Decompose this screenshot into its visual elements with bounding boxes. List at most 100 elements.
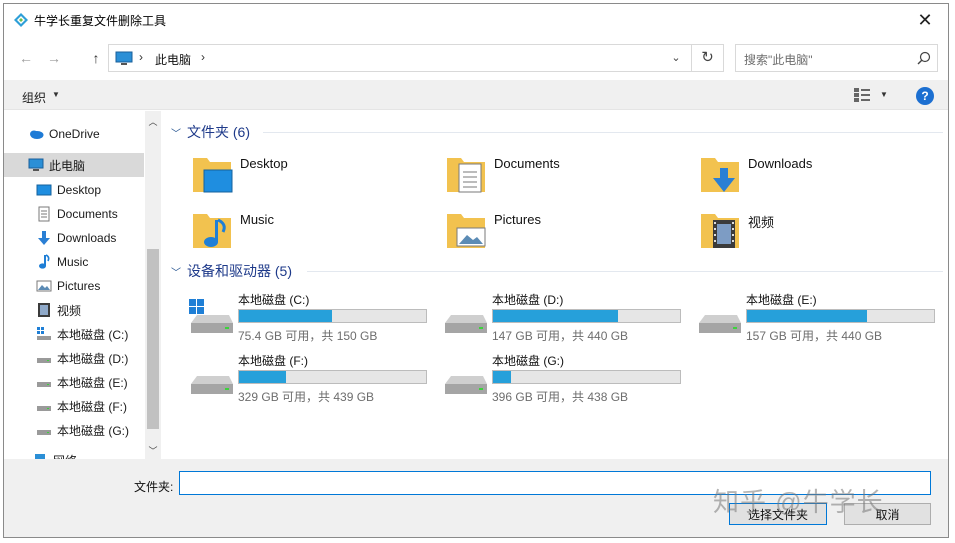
- drive-usage-bar: [238, 309, 427, 323]
- sidebar-item-label: 视频: [57, 303, 82, 318]
- search-box[interactable]: 搜索"此电脑": [735, 44, 938, 72]
- sidebar-item-this-pc[interactable]: 此电脑: [4, 153, 144, 177]
- computer-icon: [28, 158, 44, 171]
- drive-icon: [445, 315, 487, 333]
- sidebar-item-drive-e[interactable]: 本地磁盘 (E:): [4, 370, 144, 394]
- caret-down-icon[interactable]: ▼: [880, 90, 888, 99]
- drive-item-d[interactable]: 本地磁盘 (D:) 147 GB 可用，共 440 GB: [443, 291, 693, 347]
- sidebar-item-drive-f[interactable]: 本地磁盘 (F:): [4, 394, 144, 418]
- pictures-icon: [36, 280, 52, 292]
- sidebar-item-drive-c[interactable]: 本地磁盘 (C:): [4, 322, 144, 346]
- video-icon: [38, 303, 50, 317]
- drive-usage-bar: [746, 309, 935, 323]
- sidebar-item-label: 网络: [53, 452, 77, 460]
- downloads-icon: [38, 231, 50, 245]
- folders-group-title: 文件夹 (6): [187, 124, 250, 140]
- sidebar-item-label: Downloads: [57, 231, 117, 245]
- folders-group-header[interactable]: ﹀ 文件夹 (6): [171, 122, 250, 142]
- documents-folder-icon: [447, 158, 485, 193]
- chevron-down-icon[interactable]: ﹀: [145, 444, 161, 457]
- drives-group-title: 设备和驱动器 (5): [187, 263, 292, 279]
- back-button[interactable]: ←: [16, 48, 36, 68]
- drive-item-g[interactable]: 本地磁盘 (G:) 396 GB 可用，共 438 GB: [443, 352, 693, 408]
- chevron-down-icon[interactable]: ⌄: [667, 49, 685, 67]
- chevron-up-icon[interactable]: ︿: [145, 115, 161, 128]
- system-drive-icon: [189, 299, 233, 333]
- drive-usage-bar: [238, 370, 427, 384]
- arrow-up-icon: ↑: [92, 50, 100, 66]
- sidebar-item-videos[interactable]: 视频: [4, 298, 144, 322]
- close-icon: ✕: [917, 9, 933, 30]
- up-button[interactable]: ↑: [86, 48, 106, 68]
- documents-icon: [38, 206, 50, 222]
- chevron-down-icon[interactable]: ﹀: [171, 264, 185, 279]
- onedrive-icon: [30, 130, 44, 139]
- drive-item-e[interactable]: 本地磁盘 (E:) 157 GB 可用，共 440 GB: [697, 291, 947, 347]
- close-button[interactable]: ✕: [902, 4, 948, 36]
- folder-item-documents[interactable]: Documents: [445, 152, 685, 200]
- drive-item-f[interactable]: 本地磁盘 (F:) 329 GB 可用，共 439 GB: [189, 352, 439, 408]
- arrow-right-icon: →: [47, 50, 61, 66]
- sidebar-item-desktop[interactable]: Desktop: [4, 178, 144, 202]
- sidebar-item-documents[interactable]: Documents: [4, 202, 144, 226]
- drive-icon: [37, 358, 51, 363]
- cancel-button[interactable]: 取消: [844, 503, 931, 525]
- video-folder-icon: [701, 214, 739, 248]
- drive-name: 本地磁盘 (G:): [492, 354, 564, 368]
- organize-menu[interactable]: 组织: [22, 89, 46, 106]
- drive-icon: [699, 315, 741, 333]
- pictures-folder-icon: [447, 214, 486, 248]
- search-icon[interactable]: [917, 51, 931, 65]
- refresh-button[interactable]: ↻: [691, 45, 723, 71]
- sidebar-item-label: 此电脑: [49, 158, 86, 173]
- desktop-folder-icon: [193, 158, 233, 193]
- sidebar-item-onedrive[interactable]: OneDrive: [4, 122, 144, 146]
- drive-usage-fill: [239, 371, 286, 383]
- drive-free-space: 147 GB 可用，共 440 GB: [492, 329, 629, 343]
- sidebar-item-pictures[interactable]: Pictures: [4, 274, 144, 298]
- view-options-icon[interactable]: [854, 88, 870, 102]
- app-logo-icon: [14, 13, 28, 27]
- address-bar[interactable]: › 此电脑 › ⌄ ↻: [108, 44, 724, 72]
- drives-group-header[interactable]: ﹀ 设备和驱动器 (5): [171, 261, 292, 281]
- drive-free-space: 157 GB 可用，共 440 GB: [746, 329, 883, 343]
- drive-usage-fill: [747, 310, 868, 322]
- folder-item-music[interactable]: Music: [191, 208, 431, 256]
- select-folder-button[interactable]: 选择文件夹: [729, 503, 827, 525]
- sidebar-item-label: Pictures: [57, 279, 101, 293]
- drive-name: 本地磁盘 (C:): [238, 293, 310, 307]
- sidebar-item-network[interactable]: 网络: [4, 448, 144, 459]
- chevron-down-icon[interactable]: ﹀: [171, 125, 185, 140]
- sidebar-item-music[interactable]: Music: [4, 250, 144, 274]
- drive-icon: [37, 430, 51, 435]
- folder-item-pictures[interactable]: Pictures: [445, 208, 685, 256]
- sidebar-item-drive-d[interactable]: 本地磁盘 (D:): [4, 346, 144, 370]
- scrollbar-thumb[interactable]: [147, 249, 159, 429]
- folder-item-downloads[interactable]: Downloads: [699, 152, 939, 200]
- folder-input[interactable]: [179, 471, 931, 495]
- folder-label: Downloads: [748, 156, 813, 171]
- caret-down-icon[interactable]: ▼: [52, 90, 60, 99]
- drive-usage-fill: [493, 310, 618, 322]
- search-input[interactable]: 搜索"此电脑": [744, 51, 813, 68]
- chevron-right-icon[interactable]: ›: [201, 50, 205, 64]
- system-drive-icon: [37, 327, 51, 340]
- chevron-right-icon[interactable]: ›: [139, 50, 143, 64]
- forward-button[interactable]: →: [44, 48, 64, 68]
- window-title: 牛学长重复文件删除工具: [34, 14, 167, 28]
- sidebar-item-label: 本地磁盘 (F:): [57, 399, 127, 414]
- sidebar-item-label: Music: [57, 255, 89, 269]
- help-icon[interactable]: ?: [916, 87, 934, 105]
- command-toolbar: 组织 ▼ ▼ ?: [4, 80, 948, 110]
- music-folder-icon: [193, 214, 231, 248]
- folder-item-videos[interactable]: 视频: [699, 208, 939, 256]
- drive-item-c[interactable]: 本地磁盘 (C:) 75.4 GB 可用，共 150 GB: [189, 291, 439, 347]
- desktop-icon: [36, 184, 52, 196]
- sidebar-item-drive-g[interactable]: 本地磁盘 (G:): [4, 418, 144, 442]
- sidebar-scrollbar[interactable]: ︿ ﹀: [145, 111, 161, 459]
- sidebar-item-label: 本地磁盘 (C:): [57, 327, 129, 342]
- folder-item-desktop[interactable]: Desktop: [191, 152, 431, 200]
- folder-label: 视频: [748, 215, 775, 230]
- sidebar-item-downloads[interactable]: Downloads: [4, 226, 144, 250]
- breadcrumb-location[interactable]: 此电脑: [155, 51, 191, 68]
